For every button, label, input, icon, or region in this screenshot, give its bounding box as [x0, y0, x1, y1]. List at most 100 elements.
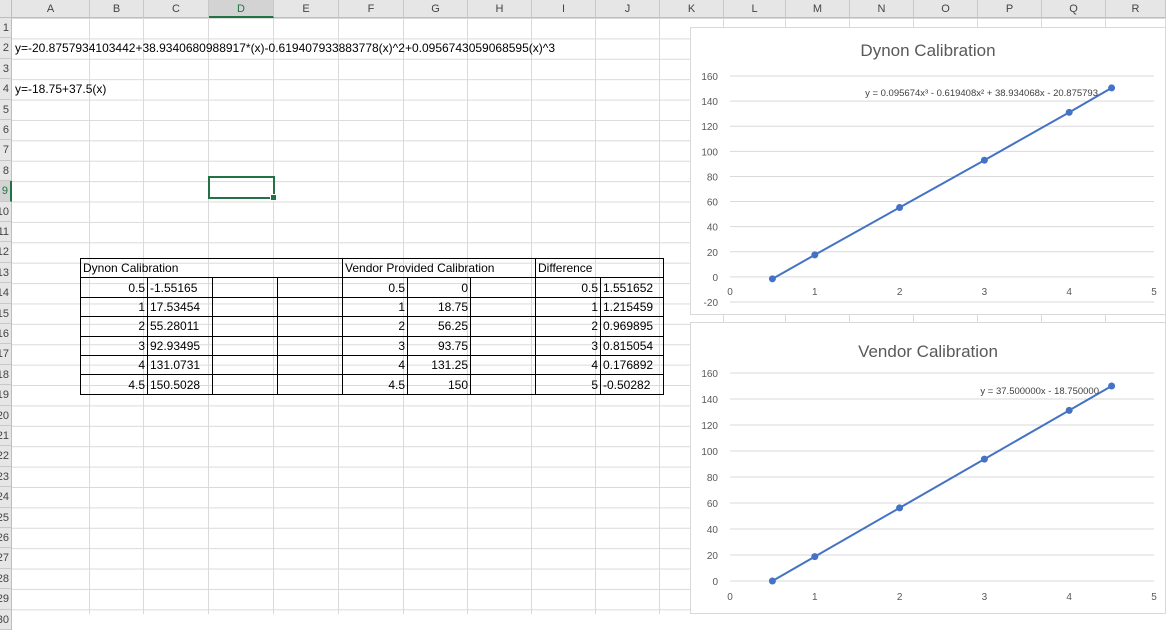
spreadsheet-sheet[interactable]: ABCDEFGHIJKLMNOPQR 123456789101112131415… — [0, 0, 1166, 630]
column-header-a[interactable]: A — [12, 0, 90, 18]
column-header-b[interactable]: B — [90, 0, 144, 18]
row-header-26[interactable]: 26 — [0, 528, 12, 549]
cell-d[interactable] — [212, 277, 278, 298]
cell-d[interactable] — [212, 374, 278, 395]
cell-h[interactable] — [470, 354, 536, 376]
row-header-25[interactable]: 25 — [0, 507, 12, 528]
column-header-p[interactable]: P — [978, 0, 1042, 18]
cell-h[interactable] — [470, 296, 536, 318]
cell-f[interactable]: 2 — [342, 316, 408, 337]
cell-d[interactable] — [212, 296, 278, 318]
column-header-k[interactable]: K — [660, 0, 724, 18]
row-header-8[interactable]: 8 — [0, 160, 12, 182]
header-dynon-calibration[interactable]: Dynon Calibration — [80, 257, 343, 279]
cell-e[interactable] — [277, 296, 343, 318]
cell-c[interactable]: 150.5028 — [147, 374, 213, 395]
cell-i[interactable]: 1 — [535, 296, 601, 318]
cell-h[interactable] — [470, 374, 536, 395]
cell-b[interactable]: 1 — [80, 296, 148, 318]
row-header-23[interactable]: 23 — [0, 466, 12, 488]
header-vendor-calibration[interactable]: Vendor Provided Calibration — [342, 257, 536, 279]
row-header-30[interactable]: 30 — [0, 609, 12, 630]
cell-i[interactable]: 5 — [535, 374, 601, 395]
row-header-17[interactable]: 17 — [0, 344, 12, 365]
row-header-21[interactable]: 21 — [0, 426, 12, 447]
cell-j[interactable]: 1.551652 — [600, 277, 664, 298]
cell-c[interactable]: 55.28011 — [147, 316, 213, 337]
cell-g[interactable]: 131.25 — [407, 354, 471, 376]
cell-a4-formula-text[interactable]: y=-18.75+37.5(x) — [15, 79, 106, 99]
cell-i[interactable]: 0.5 — [535, 277, 601, 298]
cell-f[interactable]: 4 — [342, 354, 408, 376]
cell-b[interactable]: 4 — [80, 354, 148, 376]
vendor-calibration-chart[interactable]: Vendor Calibration 0 20 40 60 80 100 120 140 160… — [690, 322, 1166, 614]
column-header-c[interactable]: C — [144, 0, 209, 18]
cell-e[interactable] — [277, 374, 343, 395]
cell-a2-formula-text[interactable]: y=-20.8757934103442+38.9340680988917*(x)… — [15, 38, 555, 58]
row-header-18[interactable]: 18 — [0, 364, 12, 386]
column-header-f[interactable]: F — [339, 0, 404, 18]
column-header-l[interactable]: L — [724, 0, 786, 18]
cell-h[interactable] — [470, 316, 536, 337]
cell-b[interactable]: 4.5 — [80, 374, 148, 395]
cell-g[interactable]: 93.75 — [407, 335, 471, 356]
dynon-calibration-chart[interactable]: Dynon Calibration -20 0 20 40 60 80 100 120 140 1… — [690, 27, 1166, 315]
selected-cell-d9[interactable] — [208, 176, 277, 201]
column-header-o[interactable]: O — [914, 0, 978, 18]
cell-c[interactable]: 17.53454 — [147, 296, 213, 318]
row-header-7[interactable]: 7 — [0, 140, 12, 161]
row-header-6[interactable]: 6 — [0, 120, 12, 141]
row-header-22[interactable]: 22 — [0, 446, 12, 467]
cell-j[interactable]: 0.969895 — [600, 316, 664, 337]
cell-c[interactable]: 131.0731 — [147, 354, 213, 376]
cell-b[interactable]: 3 — [80, 335, 148, 356]
row-header-13[interactable]: 13 — [0, 262, 12, 284]
cell-g[interactable]: 56.25 — [407, 316, 471, 337]
row-header-24[interactable]: 24 — [0, 487, 12, 508]
cell-e[interactable] — [277, 335, 343, 356]
cell-c[interactable]: -1.55165 — [147, 277, 213, 298]
cell-d[interactable] — [212, 335, 278, 356]
cell-j[interactable]: 0.815054 — [600, 335, 664, 356]
cell-f[interactable]: 4.5 — [342, 374, 408, 395]
row-header-20[interactable]: 20 — [0, 405, 12, 426]
cell-g[interactable]: 150 — [407, 374, 471, 395]
row-header-27[interactable]: 27 — [0, 548, 12, 569]
cell-d[interactable] — [212, 316, 278, 337]
row-header-10[interactable]: 10 — [0, 201, 12, 222]
row-header-2[interactable]: 2 — [0, 38, 12, 59]
cell-g[interactable]: 18.75 — [407, 296, 471, 318]
row-header-9[interactable]: 9 — [0, 181, 12, 202]
cell-e[interactable] — [277, 354, 343, 376]
cell-e[interactable] — [277, 316, 343, 337]
select-all-corner[interactable] — [0, 0, 12, 18]
column-header-m[interactable]: M — [786, 0, 850, 18]
cell-g[interactable]: 0 — [407, 277, 471, 298]
row-header-11[interactable]: 11 — [0, 222, 12, 243]
header-difference[interactable]: Difference — [535, 257, 664, 279]
column-header-g[interactable]: G — [404, 0, 468, 18]
cell-b[interactable]: 2 — [80, 316, 148, 337]
column-header-n[interactable]: N — [850, 0, 914, 18]
cell-f[interactable]: 3 — [342, 335, 408, 356]
cell-f[interactable]: 0.5 — [342, 277, 408, 298]
column-header-d[interactable]: D — [209, 0, 274, 18]
cell-i[interactable]: 3 — [535, 335, 601, 356]
row-header-3[interactable]: 3 — [0, 58, 12, 80]
cell-b[interactable]: 0.5 — [80, 277, 148, 298]
cell-d[interactable] — [212, 354, 278, 376]
column-header-r[interactable]: R — [1106, 0, 1166, 18]
row-header-19[interactable]: 19 — [0, 385, 12, 406]
cell-j[interactable]: 0.176892 — [600, 354, 664, 376]
column-header-i[interactable]: I — [532, 0, 596, 18]
row-header-5[interactable]: 5 — [0, 99, 12, 120]
cell-h[interactable] — [470, 335, 536, 356]
cell-j[interactable]: 1.215459 — [600, 296, 664, 318]
cell-j[interactable]: -0.50282 — [600, 374, 664, 395]
column-header-h[interactable]: H — [468, 0, 532, 18]
column-header-e[interactable]: E — [274, 0, 339, 18]
cell-h[interactable] — [470, 277, 536, 298]
cell-c[interactable]: 92.93495 — [147, 335, 213, 356]
cell-i[interactable]: 2 — [535, 316, 601, 337]
row-header-1[interactable]: 1 — [0, 18, 12, 39]
